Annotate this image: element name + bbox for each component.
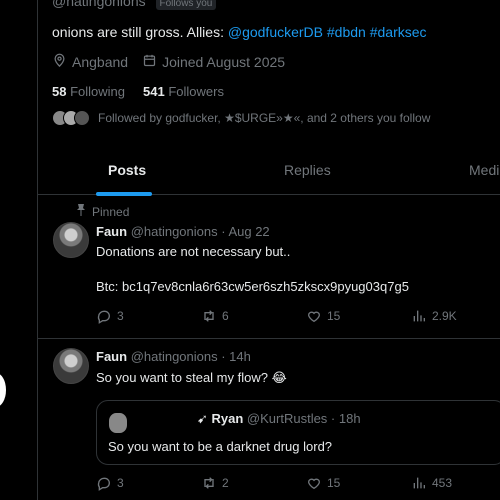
tweet-header: Faun @hatingonions · Aug 22 bbox=[96, 224, 270, 239]
tweet-text-line1: Donations are not necessary but.. bbox=[96, 244, 291, 259]
like-count: 15 bbox=[327, 476, 341, 490]
like-button[interactable]: 15 bbox=[306, 475, 411, 491]
bar-chart-icon bbox=[413, 310, 425, 322]
followers-label: Followers bbox=[168, 84, 224, 99]
view-count: 453 bbox=[432, 476, 453, 490]
quoted-author-name: ➹ Ryan bbox=[197, 411, 244, 426]
tweet-pinned[interactable]: Pinned Faun @hatingonions · Aug 22 Donat… bbox=[38, 196, 500, 339]
follow-stats: 58 Following 541 Followers bbox=[52, 84, 224, 99]
quoted-tweet[interactable]: ➹ Ryan @KurtRustles · 18h So you want to… bbox=[96, 400, 500, 465]
avatar[interactable] bbox=[53, 222, 89, 258]
tweet-actions: 3 6 15 2.9K bbox=[96, 308, 500, 324]
bio-text: onions are still gross. Allies: bbox=[52, 24, 228, 40]
location-pin-icon bbox=[52, 53, 67, 71]
tweet-actions: 3 2 15 453 bbox=[96, 475, 500, 491]
bar-chart-icon bbox=[413, 477, 425, 489]
reply-count: 3 bbox=[117, 476, 124, 490]
repost-icon bbox=[204, 477, 214, 489]
follows-you-badge: Follows you bbox=[155, 0, 217, 10]
heart-icon bbox=[308, 478, 320, 490]
author-name[interactable]: Faun bbox=[96, 349, 127, 364]
quoted-author-handle-time: @KurtRustles · 18h bbox=[246, 411, 361, 426]
pin-icon bbox=[76, 204, 86, 219]
following-link[interactable]: 58 Following bbox=[52, 84, 125, 99]
views-button[interactable]: 453 bbox=[411, 475, 500, 491]
reply-button[interactable]: 3 bbox=[96, 475, 201, 491]
reply-button[interactable]: 3 bbox=[96, 308, 201, 324]
profile-meta: Angband Joined August 2025 bbox=[52, 53, 285, 71]
quoted-tweet-text: So you want to be a darknet drug lord? bbox=[108, 439, 333, 454]
views-button[interactable]: 2.9K bbox=[411, 308, 500, 324]
following-count: 58 bbox=[52, 84, 67, 99]
tweet-header: Faun @hatingonions · 14h bbox=[96, 349, 251, 364]
followed-by-row[interactable]: Followed by godfucker, ★$URGE»★«, and 2 … bbox=[52, 110, 430, 126]
repost-icon bbox=[204, 310, 214, 322]
location-item: Angband bbox=[52, 53, 128, 71]
profile-column: @hatingonions Follows you onions are sti… bbox=[37, 0, 500, 500]
author-handle-time: @hatingonions · 14h bbox=[130, 349, 251, 364]
profile-bio: onions are still gross. Allies: @godfuck… bbox=[52, 24, 427, 40]
follower-avatars bbox=[52, 110, 90, 126]
joined-text: Joined August 2025 bbox=[162, 54, 286, 70]
left-rail bbox=[0, 0, 37, 500]
author-name[interactable]: Faun bbox=[96, 224, 127, 239]
like-button[interactable]: 15 bbox=[306, 308, 411, 324]
profile-tabs: Posts Replies Medi bbox=[38, 150, 500, 196]
view-count: 2.9K bbox=[432, 309, 457, 323]
profile-handle: @hatingonions Follows you bbox=[52, 0, 217, 10]
followers-count: 541 bbox=[143, 84, 165, 99]
like-count: 15 bbox=[327, 309, 341, 323]
tweet-reply-quote[interactable]: Faun @hatingonions · 14h So you want to … bbox=[38, 340, 500, 500]
avatar[interactable] bbox=[53, 348, 89, 384]
quoted-tweet-header: ➹ Ryan @KurtRustles · 18h bbox=[197, 411, 361, 427]
pinned-text: Pinned bbox=[92, 204, 130, 219]
calendar-icon bbox=[142, 53, 157, 71]
repost-button[interactable]: 2 bbox=[201, 475, 306, 491]
joined-item: Joined August 2025 bbox=[142, 53, 285, 71]
location-text: Angband bbox=[72, 54, 129, 70]
pinned-label: Pinned bbox=[76, 204, 129, 219]
tab-posts[interactable]: Posts bbox=[108, 162, 146, 178]
tweet-text-line1: So you want to steal my flow? 😂 bbox=[96, 370, 287, 385]
followed-by-text: Followed by godfucker, ★$URGE»★«, and 2 … bbox=[98, 111, 431, 125]
avatar bbox=[109, 413, 127, 433]
repost-button[interactable]: 6 bbox=[201, 308, 306, 324]
rail-avatar[interactable] bbox=[0, 373, 6, 407]
repost-count: 6 bbox=[222, 309, 229, 323]
author-handle-time: @hatingonions · Aug 22 bbox=[130, 224, 270, 239]
heart-icon bbox=[308, 311, 320, 323]
avatar bbox=[74, 110, 90, 126]
reply-icon bbox=[97, 310, 110, 324]
reply-icon bbox=[97, 477, 110, 491]
followers-link[interactable]: 541 Followers bbox=[143, 84, 224, 99]
bio-links[interactable]: @godfuckerDB #dbdn #darksec bbox=[228, 24, 427, 40]
reply-count: 3 bbox=[117, 309, 124, 323]
tab-media[interactable]: Medi bbox=[469, 162, 499, 178]
following-label: Following bbox=[70, 84, 126, 99]
tweet-text-line2: Btc: bc1q7ev8cnla6r63cw5er6szh5zkscx9pyu… bbox=[96, 279, 409, 294]
tab-replies[interactable]: Replies bbox=[284, 162, 331, 178]
handle-text: @hatingonions bbox=[52, 0, 146, 9]
repost-count: 2 bbox=[222, 476, 229, 490]
